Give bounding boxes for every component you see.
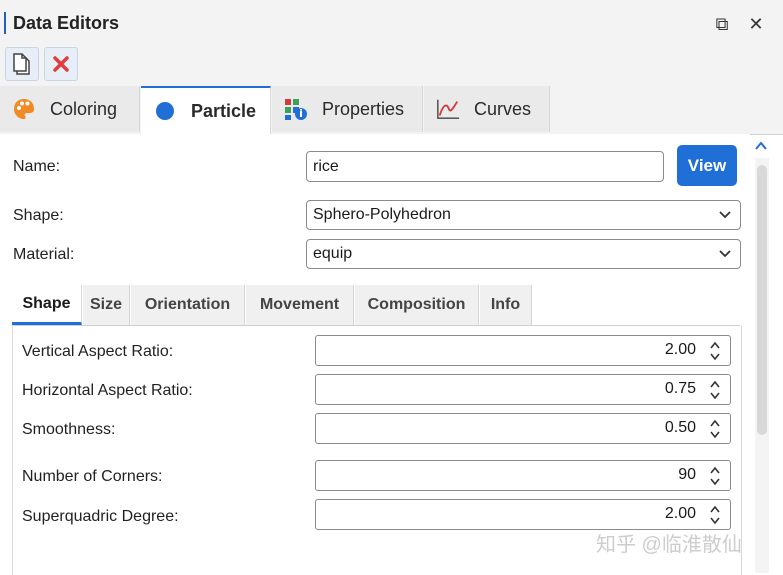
material-select[interactable]: equip: [306, 239, 741, 269]
horizontal-aspect-ratio-label: Horizontal Aspect Ratio:: [22, 382, 193, 399]
tab-curves-label: Curves: [474, 98, 532, 119]
subtab-composition[interactable]: Composition: [355, 285, 479, 325]
delete-button[interactable]: [44, 47, 78, 81]
smoothness-label: Smoothness:: [22, 421, 116, 438]
superquadric-degree-value: 2.00: [664, 505, 696, 522]
restore-icon[interactable]: ⧉: [712, 14, 732, 35]
spin-arrows-icon[interactable]: [708, 416, 722, 442]
subtab-size[interactable]: Size: [83, 285, 130, 325]
watermark: 知乎 @临淮散仙: [596, 534, 742, 556]
tab-coloring-label: Coloring: [50, 98, 118, 119]
material-label: Material:: [13, 246, 75, 263]
scroll-up-icon[interactable]: [753, 138, 769, 154]
subtab-movement[interactable]: Movement: [246, 285, 354, 325]
name-input[interactable]: rice: [306, 151, 664, 182]
vertical-aspect-ratio-value: 2.00: [664, 341, 696, 358]
shape-select-value: Sphero-Polyhedron: [313, 206, 451, 223]
smoothness-spinbox[interactable]: 0.50: [315, 413, 731, 444]
subtab-info[interactable]: Info: [480, 285, 532, 325]
vertical-aspect-ratio-spinbox[interactable]: 2.00: [315, 335, 731, 366]
tab-coloring[interactable]: Coloring: [0, 86, 140, 132]
scrollbar-thumb[interactable]: [757, 165, 767, 435]
horizontal-aspect-ratio-value: 0.75: [664, 380, 696, 397]
chevron-down-icon: [719, 211, 731, 219]
shape-label: Shape:: [13, 207, 64, 224]
curve-chart-icon: [436, 97, 460, 121]
horizontal-aspect-ratio-spinbox[interactable]: 0.75: [315, 374, 731, 405]
number-of-corners-label: Number of Corners:: [22, 468, 163, 485]
main-tabs: Coloring Particle Properties Curves: [0, 86, 783, 135]
circle-icon: [153, 99, 177, 123]
toolbar: [0, 44, 783, 86]
new-button[interactable]: [5, 47, 39, 81]
tab-properties[interactable]: Properties: [272, 86, 423, 132]
number-of-corners-spinbox[interactable]: 90: [315, 460, 731, 491]
shape-subtabs: Shape Size Orientation Movement Composit…: [12, 285, 740, 326]
subtab-orientation[interactable]: Orientation: [131, 285, 245, 325]
title-accent-bar: [4, 12, 6, 34]
subtab-shape[interactable]: Shape: [12, 285, 82, 325]
smoothness-value: 0.50: [664, 419, 696, 436]
tab-particle-label: Particle: [191, 100, 257, 121]
number-of-corners-value: 90: [678, 466, 696, 483]
title-bar: Data Editors ⧉ ✕: [0, 0, 783, 44]
name-label: Name:: [13, 158, 61, 175]
palette-icon: [12, 97, 36, 121]
superquadric-degree-label: Superquadric Degree:: [22, 508, 179, 525]
delete-icon: [53, 56, 69, 72]
tab-curves[interactable]: Curves: [424, 86, 550, 132]
view-button[interactable]: View: [677, 145, 737, 186]
tab-particle[interactable]: Particle: [141, 86, 271, 134]
spin-arrows-icon[interactable]: [708, 377, 722, 403]
spin-arrows-icon[interactable]: [708, 502, 722, 528]
material-select-value: equip: [313, 245, 353, 262]
vertical-aspect-ratio-label: Vertical Aspect Ratio:: [22, 343, 174, 360]
properties-icon: [284, 97, 308, 121]
chevron-down-icon: [719, 250, 731, 258]
window-title: Data Editors: [13, 13, 120, 33]
superquadric-degree-spinbox[interactable]: 2.00: [315, 499, 731, 530]
new-document-icon: [13, 53, 30, 75]
name-input-value: rice: [313, 157, 339, 175]
tab-properties-label: Properties: [322, 98, 405, 119]
close-icon[interactable]: ✕: [746, 14, 766, 35]
shape-select[interactable]: Sphero-Polyhedron: [306, 200, 741, 230]
spin-arrows-icon[interactable]: [708, 463, 722, 489]
spin-arrows-icon[interactable]: [708, 338, 722, 364]
